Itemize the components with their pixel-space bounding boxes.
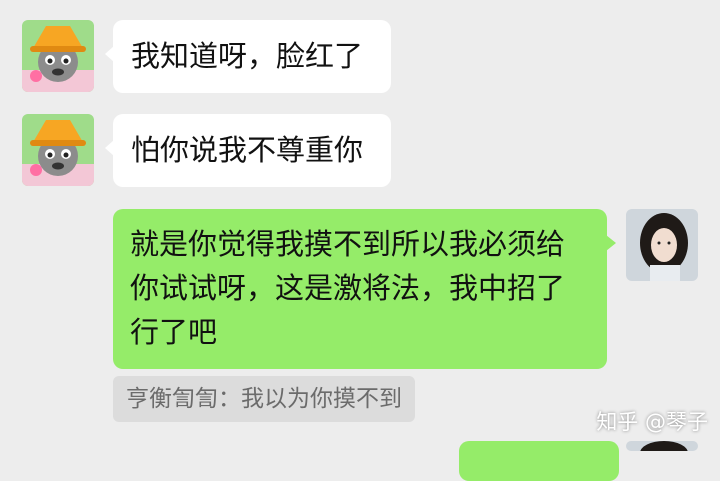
self-avatar-partial[interactable] xyxy=(626,441,698,451)
cartoon-wolf-icon xyxy=(22,20,94,92)
message-bubble-2[interactable]: 怕你说我不尊重你 xyxy=(105,114,391,187)
cartoon-wolf-icon xyxy=(22,114,94,186)
girl-photo-icon xyxy=(626,441,698,451)
message-text: 我知道呀，脸红了 xyxy=(131,39,364,73)
watermark: 知乎 @琴子 xyxy=(596,410,708,434)
message-text: 怕你说我不尊重你 xyxy=(131,133,364,167)
partial-message-bubble[interactable] xyxy=(459,441,619,481)
self-avatar[interactable] xyxy=(626,209,698,281)
friend-avatar[interactable] xyxy=(22,20,94,92)
message-line: 就是你觉得我摸不到所以我必须给 xyxy=(130,227,566,261)
quoted-reply[interactable]: 亨衡訇訇：我以为你摸不到 xyxy=(113,376,415,422)
message-line: 行了吧 xyxy=(130,315,218,349)
message-bubble-3[interactable]: 就是你觉得我摸不到所以我必须给 你试试呀，这是激将法，我中招了 行了吧 xyxy=(113,209,616,369)
friend-avatar[interactable] xyxy=(22,114,94,186)
message-bubble-1[interactable]: 我知道呀，脸红了 xyxy=(105,20,391,93)
quoted-reply-text: 亨衡訇訇：我以为你摸不到 xyxy=(126,386,402,412)
girl-photo-icon xyxy=(626,209,698,281)
message-line: 你试试呀，这是激将法，我中招了 xyxy=(130,271,566,305)
